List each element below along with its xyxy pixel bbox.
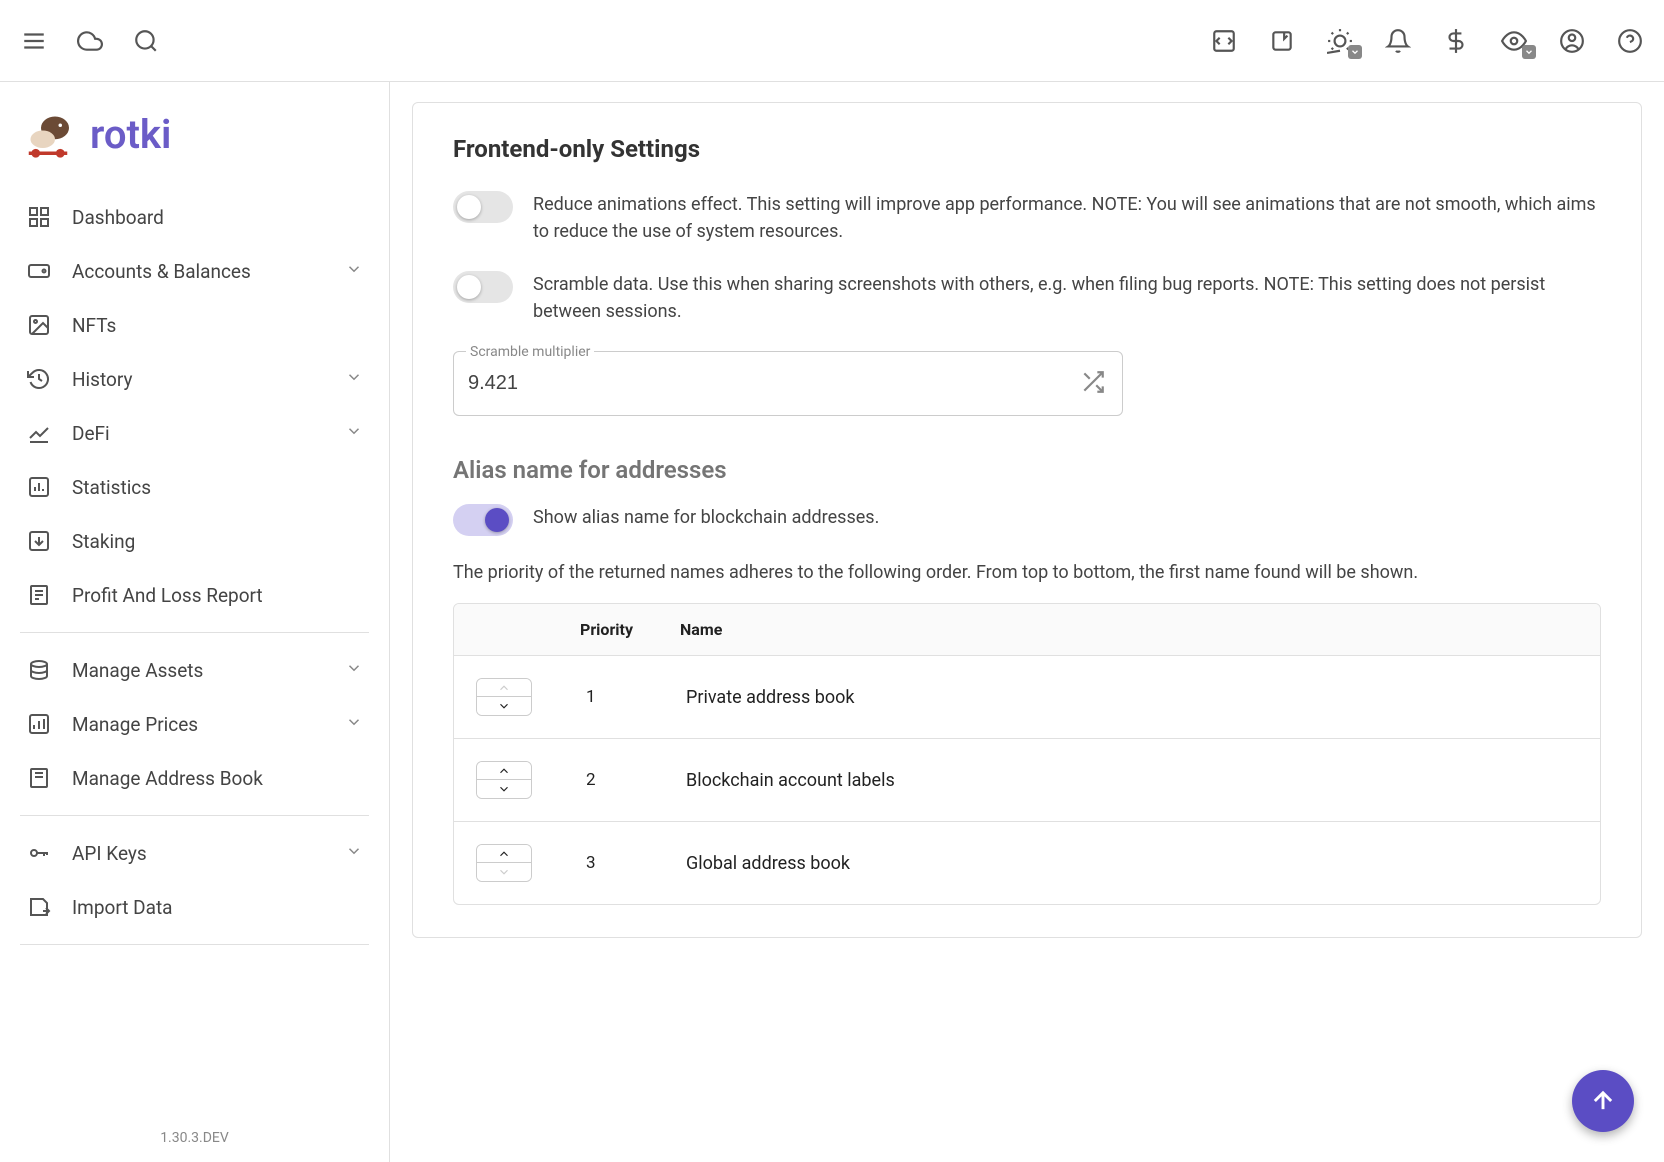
priority-name: Global address book [664,831,1600,896]
sidebar-item-accounts[interactable]: Accounts & Balances [10,244,379,298]
scramble-multiplier-field: Scramble multiplier [453,351,1123,416]
priority-value: 3 [564,831,664,895]
sidebar-item-staking[interactable]: Staking [10,514,379,568]
menu-icon[interactable] [20,27,48,55]
assets-icon [26,657,52,683]
sidebar-item-label: Manage Assets [72,659,203,682]
move-up-button[interactable] [477,845,531,863]
chevron-down-icon [345,368,363,391]
alias-section-title: Alias name for addresses [453,456,1601,484]
dashboard-icon [26,204,52,230]
sidebar-item-label: Dashboard [72,206,164,229]
scramble-data-desc: Scramble data. Use this when sharing scr… [533,271,1601,325]
user-icon[interactable] [1558,27,1586,55]
move-up-button[interactable] [477,679,531,697]
sidebar-item-history[interactable]: History [10,352,379,406]
wallet-icon [26,258,52,284]
search-icon[interactable] [132,27,160,55]
chevron-down-icon[interactable] [1522,45,1536,59]
image-icon [26,312,52,338]
prices-icon [26,711,52,737]
table-row: 2 Blockchain account labels [454,739,1600,822]
priority-value: 2 [564,748,664,812]
sidebar-item-statistics[interactable]: Statistics [10,460,379,514]
move-down-button[interactable] [477,780,531,798]
sidebar-item-import-data[interactable]: Import Data [10,880,379,934]
stats-icon [26,474,52,500]
book-icon [26,765,52,791]
chevron-down-icon [345,713,363,736]
chevron-down-icon[interactable] [1348,45,1362,59]
code-icon[interactable] [1210,27,1238,55]
sidebar-item-dashboard[interactable]: Dashboard [10,190,379,244]
sidebar-item-label: Statistics [72,476,151,499]
sidebar-item-label: API Keys [72,842,147,865]
bell-icon[interactable] [1384,27,1412,55]
key-icon [26,840,52,866]
sidebar-item-manage-prices[interactable]: Manage Prices [10,697,379,751]
chart-line-icon [26,420,52,446]
priority-name: Blockchain account labels [664,748,1600,813]
sidebar-item-label: Import Data [72,896,173,919]
sidebar-item-label: Accounts & Balances [72,260,251,283]
sidebar-item-defi[interactable]: DeFi [10,406,379,460]
help-icon[interactable] [1616,27,1644,55]
version-label: 1.30.3.DEV [0,1114,389,1162]
priority-value: 1 [564,665,664,729]
sidebar-item-address-book[interactable]: Manage Address Book [10,751,379,805]
move-up-button[interactable] [477,762,531,780]
input-label: Scramble multiplier [466,344,594,360]
priority-desc: The priority of the returned names adher… [453,562,1601,583]
sidebar: rotki Dashboard Accounts & Balances NFTs… [0,82,390,1162]
table-row: 3 Global address book [454,822,1600,904]
scroll-top-button[interactable] [1572,1070,1634,1132]
sidebar-item-label: Manage Prices [72,713,198,736]
chevron-down-icon [345,422,363,445]
move-down-button[interactable] [477,863,531,881]
priority-table: Priority Name 1 Private address book 2 B… [453,603,1601,905]
sidebar-item-label: Staking [72,530,135,553]
reduce-animations-toggle[interactable] [453,191,513,223]
report-icon [26,582,52,608]
chevron-down-icon [345,260,363,283]
sidebar-item-label: DeFi [72,422,110,445]
table-head-priority: Priority [564,604,664,655]
section-title: Frontend-only Settings [453,135,1601,163]
sidebar-item-label: Profit And Loss Report [72,584,263,607]
table-row: 1 Private address book [454,656,1600,739]
move-down-button[interactable] [477,697,531,715]
table-head-name: Name [664,604,1600,655]
sidebar-item-nfts[interactable]: NFTs [10,298,379,352]
chevron-down-icon [345,659,363,682]
priority-name: Private address book [664,665,1600,730]
sidebar-item-pnl[interactable]: Profit And Loss Report [10,568,379,622]
history-icon [26,366,52,392]
cloud-icon[interactable] [76,27,104,55]
main-content: Frontend-only Settings Reduce animations… [390,82,1664,1162]
sidebar-item-manage-assets[interactable]: Manage Assets [10,643,379,697]
dollar-icon[interactable] [1442,27,1470,55]
scramble-multiplier-input[interactable] [468,362,1068,405]
note-icon[interactable] [1268,27,1296,55]
logo-text: rotki [90,111,171,158]
sidebar-item-api-keys[interactable]: API Keys [10,826,379,880]
import-icon [26,894,52,920]
staking-icon [26,528,52,554]
sidebar-item-label: NFTs [72,314,116,337]
alias-toggle[interactable] [453,504,513,536]
logo-icon [20,106,76,162]
sidebar-item-label: History [72,368,132,391]
scramble-data-toggle[interactable] [453,271,513,303]
topbar [0,0,1664,82]
sidebar-item-label: Manage Address Book [72,767,263,790]
shuffle-icon[interactable] [1080,369,1106,399]
reduce-animations-desc: Reduce animations effect. This setting w… [533,191,1601,245]
chevron-down-icon [345,842,363,865]
alias-desc: Show alias name for blockchain addresses… [533,504,879,531]
